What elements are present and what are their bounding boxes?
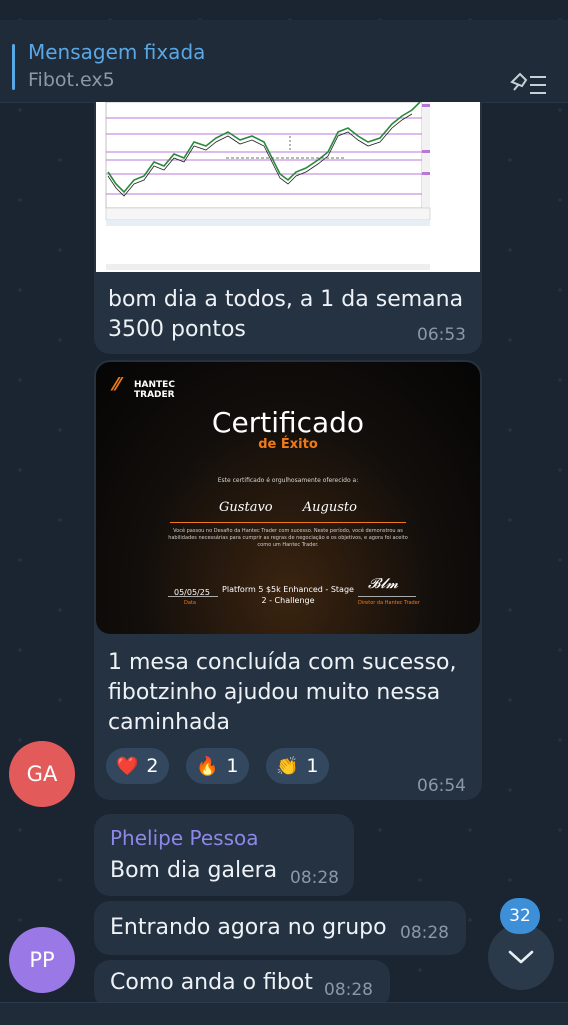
hantec-brand: HANTEC TRADER: [134, 380, 175, 400]
reaction-clap[interactable]: 👏 1: [266, 748, 329, 784]
certificate-divider: [170, 522, 406, 523]
certificate-presented: Este certificado é orgulhosamente oferec…: [217, 477, 359, 484]
message-bubble-certificate[interactable]: ⁄⁄ HANTEC TRADER Certificado de Éxito Es…: [94, 360, 482, 800]
reaction-count: 1: [226, 755, 239, 777]
fire-icon: 🔥: [196, 755, 219, 777]
certificate-platform: Platform 5 $5k Enhanced - Stage 2 - Chal…: [222, 585, 354, 605]
certificate-date-rule: [168, 596, 218, 597]
reaction-fire[interactable]: 🔥 1: [186, 748, 249, 784]
message-text: 1 mesa concluída com sucesso, fibotzinho…: [108, 650, 457, 735]
composer-bar[interactable]: [0, 1002, 568, 1025]
message-time: 08:28: [400, 923, 449, 943]
pinned-subtitle: Fibot.ex5: [28, 69, 115, 91]
certificate-subtitle: de Éxito: [258, 437, 318, 452]
certificate-signature-rule: [358, 596, 416, 597]
pinned-title: Mensagem fixada: [28, 40, 206, 64]
message-text: Entrando agora no grupo: [110, 915, 387, 940]
message-time: 08:28: [324, 980, 373, 1000]
certificate-signature: 𝓑𝓵𝓶: [368, 576, 399, 592]
message-text: Como anda o fibot: [110, 970, 313, 995]
clapping-hands-icon: 👏: [276, 755, 299, 777]
certificate-name: Gustavo Augusto: [219, 500, 357, 515]
chevron-down-icon: [508, 950, 534, 964]
message-text: bom dia a todos, a 1 da semana 3500 pont…: [108, 287, 464, 342]
message-time: 06:53: [417, 325, 466, 345]
message-time: 08:28: [290, 868, 339, 888]
reaction-heart[interactable]: ❤️ 2: [106, 748, 169, 784]
hantec-logo-mark-icon: ⁄⁄: [114, 374, 121, 395]
reaction-count: 1: [306, 755, 319, 777]
unpin-list-icon[interactable]: [508, 68, 550, 102]
certificate-title: Certificado: [211, 406, 365, 439]
chart-screenshot-image[interactable]: [96, 102, 480, 272]
avatar[interactable]: GA: [9, 741, 75, 807]
heart-icon: ❤️: [116, 755, 139, 777]
certificate-date-label: Data: [184, 600, 196, 606]
sender-name[interactable]: Phelipe Pessoa: [110, 826, 259, 850]
message-bubble[interactable]: Entrando agora no grupo 08:28: [94, 901, 466, 955]
reaction-count: 2: [146, 755, 159, 777]
avatar[interactable]: PP: [9, 927, 75, 993]
certificate-signer-label: Diretor da Hantec Trader: [358, 600, 420, 606]
message-bubble[interactable]: Como anda o fibot 08:28: [94, 960, 390, 1008]
certificate-image[interactable]: ⁄⁄ HANTEC TRADER Certificado de Éxito Es…: [96, 362, 480, 634]
message-bubble-chart[interactable]: bom dia a todos, a 1 da semana 3500 pont…: [94, 102, 482, 354]
pinned-message-bar[interactable]: Mensagem fixada Fibot.ex5: [0, 20, 568, 103]
unread-count-badge[interactable]: 32: [500, 898, 540, 934]
pinned-accent-line: [12, 44, 15, 90]
certificate-body: Você passou no Desafio da Hantec Trader …: [168, 528, 408, 548]
message-time: 06:54: [417, 776, 466, 796]
message-text: Bom dia galera: [110, 858, 278, 883]
message-bubble[interactable]: Phelipe Pessoa Bom dia galera 08:28: [94, 814, 354, 896]
